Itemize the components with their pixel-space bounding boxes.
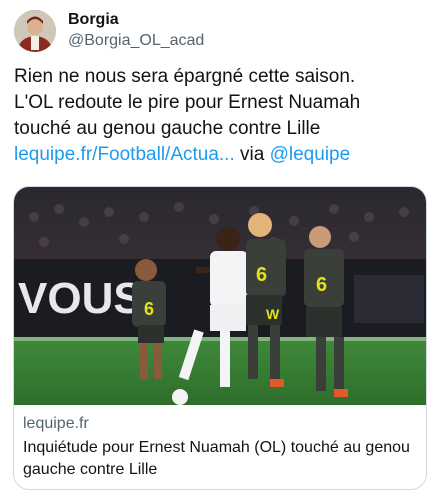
card-domain: lequipe.fr <box>23 415 89 432</box>
tweet-text-line: touché au genou gauche contre Lille <box>14 118 321 139</box>
author-handle[interactable]: @Borgia_OL_acad <box>68 32 204 50</box>
card-image[interactable]: VOUS 6 6 W 6 <box>14 187 426 405</box>
mention-link[interactable]: @lequipe <box>270 144 351 165</box>
svg-text:W: W <box>266 306 280 322</box>
article-link[interactable]: lequipe.fr/Football/Actua... <box>14 144 235 165</box>
author-avatar[interactable] <box>14 10 56 52</box>
card-title: Inquiétude pour Ernest Nuamah (OL) touch… <box>23 439 410 478</box>
stadium-banner-text: VOUS <box>18 274 143 323</box>
link-preview-card[interactable]: VOUS 6 6 W 6 lequipe.fr Inquiétude pour … <box>13 186 427 490</box>
avatar-portrait-icon <box>14 10 56 52</box>
football-match-photo-icon: VOUS 6 6 W 6 <box>14 187 426 405</box>
svg-text:6: 6 <box>316 274 327 296</box>
svg-text:6: 6 <box>144 299 154 319</box>
tweet-text-line: Rien ne nous sera épargné cette saison. <box>14 66 356 87</box>
tweet: Borgia @Borgia_OL_acad Rien ne nous sera… <box>0 0 440 502</box>
author-name[interactable]: Borgia <box>68 11 119 29</box>
tweet-text: Rien ne nous sera épargné cette saison. … <box>14 64 428 168</box>
via-label: via <box>240 144 265 165</box>
tweet-link-line: lequipe.fr/Football/Actua... via @lequip… <box>14 142 428 168</box>
tweet-text-line: L'OL redoute le pire pour Ernest Nuamah <box>14 92 361 113</box>
svg-text:6: 6 <box>256 264 267 286</box>
